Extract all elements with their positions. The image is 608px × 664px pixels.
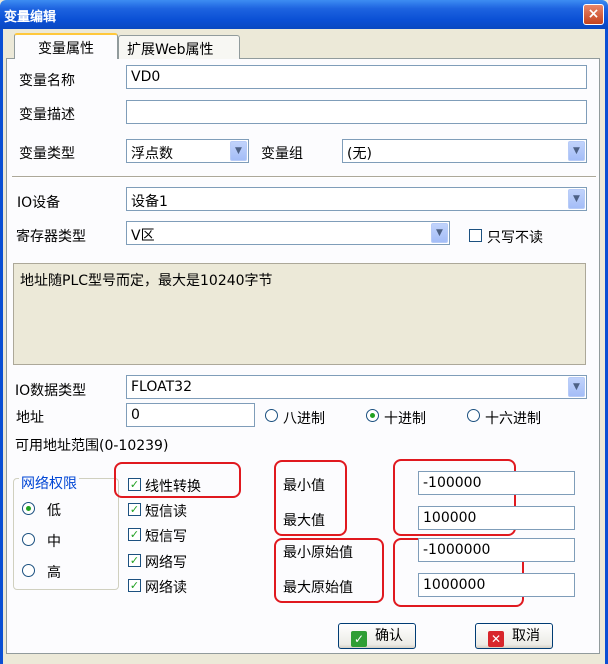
var-group-value: (无) <box>347 146 372 162</box>
io-data-type-label: IO数据类型 <box>15 383 87 399</box>
raw-min-label: 最小原始值 <box>283 545 353 561</box>
tab-label: 扩展Web属性 <box>127 42 214 58</box>
address-label: 地址 <box>16 410 44 426</box>
var-desc-input[interactable] <box>126 100 587 124</box>
var-desc-label: 变量描述 <box>19 107 75 123</box>
permission-low-label: 低 <box>47 503 61 519</box>
radio-hex[interactable] <box>467 409 480 422</box>
check-icon: ✓ <box>129 528 140 541</box>
var-name-label: 变量名称 <box>19 73 75 89</box>
register-type-value: V区 <box>131 228 155 244</box>
network-read-checkbox[interactable]: ✓ <box>128 579 141 592</box>
var-type-value: 浮点数 <box>131 146 173 162</box>
max-value-label: 最大值 <box>283 513 325 529</box>
network-read-label: 网络读 <box>145 580 187 596</box>
linear-conversion-label: 线性转换 <box>145 479 201 495</box>
window-frame-left <box>0 29 3 664</box>
ok-button-label: 确认 <box>375 628 403 644</box>
network-permission-title: 网络权限 <box>19 473 79 493</box>
x-icon: ✕ <box>488 631 504 647</box>
address-input[interactable]: 0 <box>126 403 255 427</box>
check-icon: ✓ <box>129 579 140 592</box>
title-bar[interactable] <box>0 0 608 29</box>
register-type-select[interactable]: V区 ▼ <box>126 221 450 245</box>
radio-decimal-label: 十进制 <box>384 411 426 427</box>
sms-write-checkbox[interactable]: ✓ <box>128 528 141 541</box>
max-value-input[interactable]: 100000 <box>418 506 575 530</box>
permission-high-label: 高 <box>47 565 61 581</box>
network-write-label: 网络写 <box>145 555 187 571</box>
tab-web-properties[interactable]: 扩展Web属性 <box>118 35 240 59</box>
window-title: 变量编辑 <box>4 10 57 25</box>
min-value-label: 最小值 <box>283 478 325 494</box>
cancel-button-label: 取消 <box>512 628 540 644</box>
radio-hex-label: 十六进制 <box>485 411 541 427</box>
raw-max-input[interactable]: 1000000 <box>418 573 575 597</box>
radio-permission-high[interactable] <box>22 564 35 577</box>
close-icon: × <box>587 6 600 22</box>
min-value-input[interactable]: -100000 <box>418 471 575 495</box>
radio-octal[interactable] <box>265 409 278 422</box>
var-group-select[interactable]: (无) ▼ <box>342 139 587 163</box>
radio-permission-medium[interactable] <box>22 533 35 546</box>
var-name-input[interactable]: VD0 <box>126 65 587 89</box>
sms-read-label: 短信读 <box>145 504 187 520</box>
sms-read-checkbox[interactable]: ✓ <box>128 503 141 516</box>
raw-min-input[interactable]: -1000000 <box>418 538 575 562</box>
tab-label: 变量属性 <box>38 41 94 57</box>
close-button[interactable]: × <box>583 4 604 25</box>
check-icon: ✓ <box>129 478 140 491</box>
io-data-type-select[interactable]: FLOAT32 ▼ <box>126 375 587 399</box>
address-hint-text: 地址随PLC型号而定，最大是10240字节 <box>13 263 586 365</box>
write-only-label: 只写不读 <box>487 230 543 246</box>
chevron-down-icon[interactable]: ▼ <box>431 223 448 243</box>
radio-decimal[interactable] <box>366 409 379 422</box>
address-range-text: 可用地址范围(0-10239) <box>15 438 169 454</box>
linear-conversion-checkbox[interactable]: ✓ <box>128 478 141 491</box>
var-group-label: 变量组 <box>261 146 303 162</box>
chevron-down-icon[interactable]: ▼ <box>568 377 585 397</box>
io-device-value: 设备1 <box>131 194 168 210</box>
sms-write-label: 短信写 <box>145 529 187 545</box>
chevron-down-icon[interactable]: ▼ <box>230 141 247 161</box>
permission-medium-label: 中 <box>47 534 61 550</box>
radio-permission-low[interactable] <box>22 502 35 515</box>
checkmark-icon: ✓ <box>351 631 367 647</box>
chevron-down-icon[interactable]: ▼ <box>568 141 585 161</box>
radio-octal-label: 八进制 <box>283 411 325 427</box>
io-data-type-value: FLOAT32 <box>131 379 192 395</box>
register-type-label: 寄存器类型 <box>16 229 86 245</box>
var-type-label: 变量类型 <box>19 146 75 162</box>
divider <box>12 176 596 178</box>
cancel-button[interactable]: ✕ 取消 <box>475 623 553 649</box>
tab-variable-properties[interactable]: 变量属性 <box>14 33 118 59</box>
io-device-label: IO设备 <box>17 195 61 211</box>
write-only-checkbox[interactable] <box>469 229 482 242</box>
check-icon: ✓ <box>129 503 140 516</box>
raw-max-label: 最大原始值 <box>283 580 353 596</box>
chevron-down-icon[interactable]: ▼ <box>568 189 585 209</box>
check-icon: ✓ <box>129 554 140 567</box>
network-write-checkbox[interactable]: ✓ <box>128 554 141 567</box>
ok-button[interactable]: ✓ 确认 <box>338 623 416 649</box>
var-type-select[interactable]: 浮点数 ▼ <box>126 139 249 163</box>
io-device-select[interactable]: 设备1 ▼ <box>126 187 587 211</box>
